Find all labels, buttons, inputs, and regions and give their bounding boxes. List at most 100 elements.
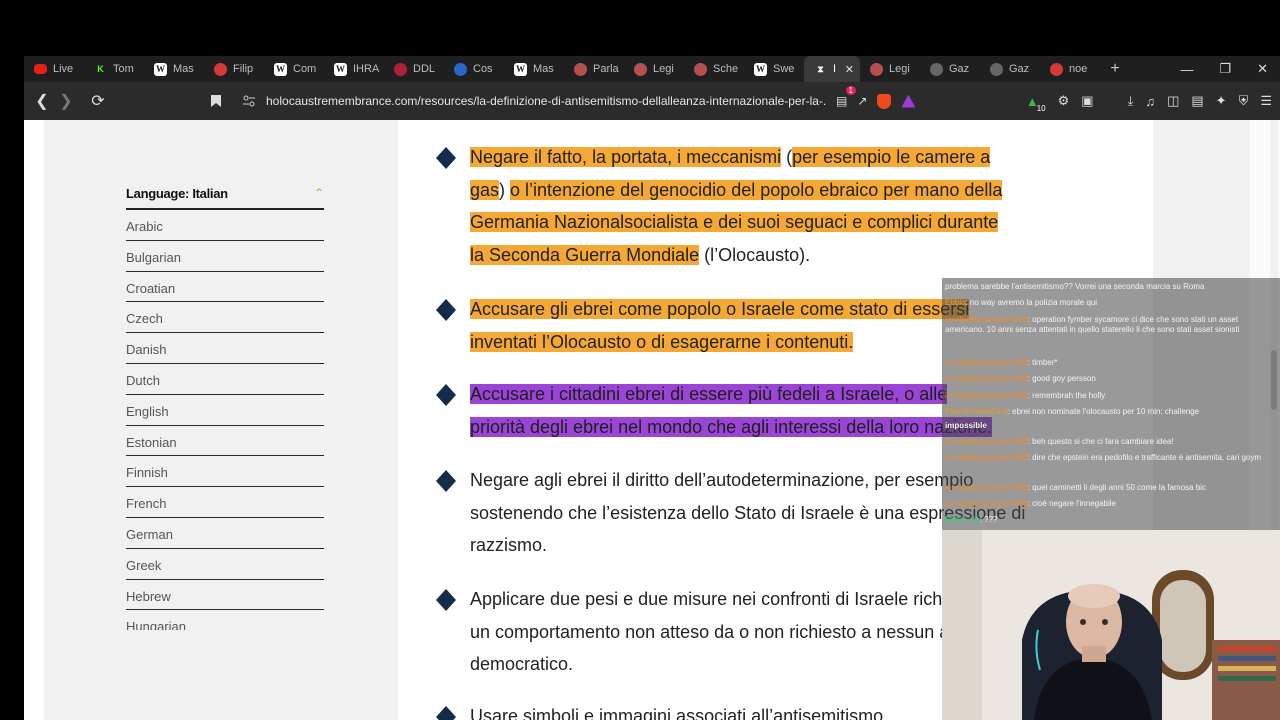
wikipedia-icon: W [334, 62, 347, 76]
media-icon[interactable]: ♫ [1145, 94, 1155, 109]
leo-icon[interactable]: ✦ [1216, 93, 1227, 109]
browser-tab[interactable]: W Swe [744, 56, 804, 82]
browser-tab[interactable]: K Tom [84, 56, 144, 82]
wikipedia-icon: W [514, 62, 527, 76]
menu-icon[interactable]: ☰ [1260, 93, 1272, 109]
wikipedia-icon: W [154, 62, 167, 76]
site-icon [990, 62, 1003, 76]
tab-label: Swe [773, 63, 795, 75]
language-option[interactable]: Hungarian [126, 610, 324, 630]
site-icon [574, 62, 587, 76]
reload-icon[interactable]: ⟳ [86, 91, 110, 111]
chat-username: Ebbio [945, 298, 966, 307]
chat-text: problema sarebbe l'antisemitismo?? Vorre… [945, 282, 1205, 291]
rewards-badge: 1 [845, 86, 856, 95]
site-icon [694, 62, 707, 76]
bookmark-icon[interactable] [210, 94, 222, 108]
url-text[interactable]: holocaustremembrance.com/resources/la-de… [266, 94, 826, 108]
language-option[interactable]: English [126, 395, 324, 426]
language-option[interactable]: French [126, 487, 324, 518]
highlight-text: inventati l’Olocausto o di esagerarne i … [470, 331, 854, 352]
window-controls: — ❐ ✕ [1180, 56, 1280, 82]
text: (l’Olocausto). [699, 244, 811, 265]
language-option[interactable]: German [126, 518, 324, 549]
site-settings-icon[interactable] [242, 94, 256, 108]
forward-icon[interactable]: ❯ [54, 91, 78, 111]
browser-tab[interactable]: W Mas [504, 56, 564, 82]
tab-label: Live [53, 63, 74, 75]
chat-message: incelpapistgroyper1488: good goy persson [945, 374, 1275, 384]
highlight-text: per esempio le camere a [792, 147, 991, 167]
browser-tab[interactable]: W Com [264, 56, 324, 82]
tab-label: Filip [233, 63, 254, 75]
highlight-text: la Seconda Guerra Mondiale [470, 244, 700, 265]
language-option[interactable]: Danish [126, 333, 324, 364]
minimize-icon[interactable]: — [1180, 62, 1193, 77]
language-dropdown[interactable]: Language: Italian ⌃ [126, 186, 324, 210]
browser-tab[interactable]: W Mas [144, 56, 204, 82]
language-option[interactable]: Estonian [126, 426, 324, 457]
chat-username: incelpapistgroyper1488 [945, 358, 1028, 367]
browser-tab[interactable]: Gaz [980, 56, 1040, 82]
chat-message: incelpapistgroyper1488: quei caminetti l… [945, 483, 1275, 493]
browser-tab[interactable]: Sche [684, 56, 744, 82]
language-option[interactable]: Greek [126, 549, 324, 580]
browser-tab[interactable]: Gaz [920, 56, 980, 82]
language-option[interactable]: Hebrew [126, 580, 324, 611]
close-window-icon[interactable]: ✕ [1257, 61, 1268, 77]
tab-strip: Live K Tom W Mas Filip W Com W IHRA DDL Cos W Mas Parl… [24, 56, 1280, 82]
tab-label: I [833, 63, 837, 75]
close-tab-icon[interactable]: ✕ [845, 63, 854, 76]
new-tab-button[interactable]: + [1100, 60, 1130, 78]
chat-username: incelpapistgroyper1488 [945, 483, 1028, 492]
browser-tab[interactable]: Live [24, 56, 84, 82]
chat-message: incelpapistgroyper1488: dire che epstein… [945, 453, 1275, 463]
browser-tab[interactable]: Filip [204, 56, 264, 82]
tab-label: Cos [473, 63, 493, 75]
browser-tab[interactable]: Legi [860, 56, 920, 82]
browser-tab[interactable]: Cos [444, 56, 504, 82]
chat-text: : no way avremo la polizia morale qui [965, 298, 1098, 307]
extensions-puzzle-icon[interactable]: ⚙ [1058, 93, 1070, 109]
language-option[interactable]: Dutch [126, 364, 324, 395]
brave-rewards-icon[interactable] [901, 94, 916, 108]
language-option[interactable]: Arabic [126, 210, 324, 241]
chat-username: incelpapistgroyper1488 [945, 374, 1028, 383]
wallet-icon[interactable]: ▤ [1191, 93, 1203, 109]
navigation-bar: ❮ ❯ ⟳ holocaustremembrance.com/resources… [24, 82, 1280, 120]
tab-label: IHRA [353, 63, 380, 75]
screenshot-icon[interactable]: ▣ [1081, 93, 1093, 109]
browser-tab[interactable]: DDL [384, 56, 444, 82]
vpn-icon[interactable]: ⛨ [1239, 93, 1249, 109]
language-option[interactable]: Croatian [126, 272, 324, 303]
browser-tab[interactable]: Parla [564, 56, 624, 82]
maximize-icon[interactable]: ❐ [1219, 61, 1231, 77]
chat-username: incelpapistgroyper1488 [945, 453, 1028, 462]
chat-text: : cioè negare l'innegabile [1027, 499, 1116, 508]
sidebar-icon[interactable]: ◫ [1167, 93, 1179, 109]
chat-message: PietraFreddaCiud: ebrei non nominate l'o… [945, 407, 1275, 417]
highlight-text: o l’intenzione del genocidio del popolo … [510, 179, 1003, 200]
brave-shields-icon[interactable] [877, 93, 892, 109]
reader-mode-icon[interactable]: ▤ [836, 94, 847, 108]
browser-tab[interactable]: ⧗ I ✕ [804, 56, 860, 82]
back-icon[interactable]: ❮ [30, 91, 54, 111]
chevron-up-icon[interactable]: ⌃ [314, 186, 324, 208]
address-bar[interactable]: holocaustremembrance.com/resources/la-de… [211, 86, 974, 114]
downloads-icon[interactable]: ⤓ [1128, 93, 1134, 109]
tab-label: Mas [173, 63, 194, 75]
language-option[interactable]: Finnish [126, 456, 324, 488]
tab-label: Sche [713, 63, 739, 75]
chat-message: incelpapistgroyper1488: beh questo si ch… [945, 437, 1275, 447]
share-icon[interactable]: ↗ [857, 94, 867, 108]
browser-tab[interactable]: noe [1040, 56, 1100, 82]
browser-tab[interactable]: W IHRA [324, 56, 384, 82]
chat-message: incelpapistgroyper1488: remembrah the ho… [945, 391, 1275, 401]
diamond-bullet-icon [436, 706, 456, 720]
language-option[interactable]: Bulgarian [126, 241, 324, 272]
browser-tab[interactable]: Legi [624, 56, 684, 82]
site-icon [394, 62, 407, 76]
language-option[interactable]: Czech [126, 302, 324, 334]
language-list: Arabic Bulgarian Croatian Czech Danish Dutch E… [126, 210, 324, 630]
tab-label: Legi [889, 63, 910, 75]
